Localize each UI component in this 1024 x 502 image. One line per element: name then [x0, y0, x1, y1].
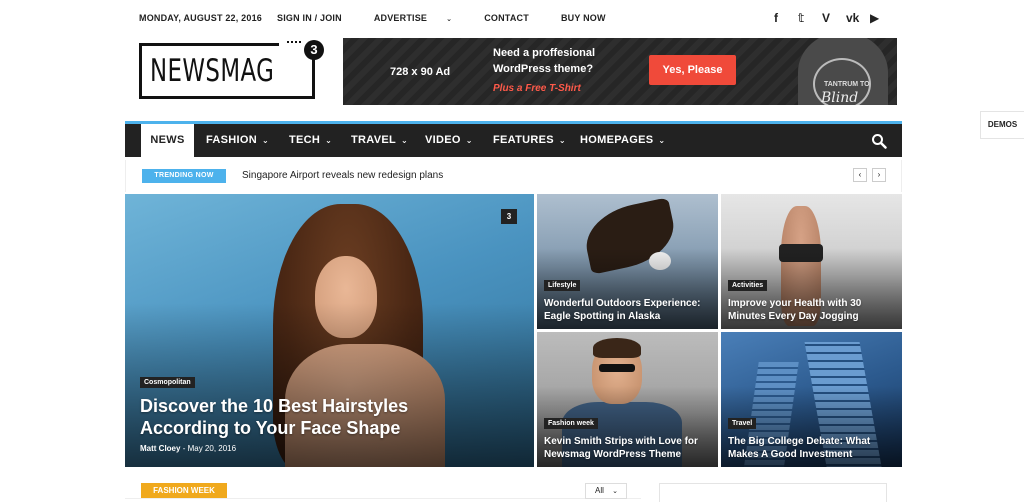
- category-label[interactable]: Travel: [728, 418, 757, 429]
- nav-item-homepages[interactable]: HOMEPAGES ⌄: [580, 124, 665, 157]
- nav-item-label: TRAVEL: [351, 134, 396, 146]
- nav-item-label: FASHION: [206, 134, 257, 146]
- trending-bar: TRENDING NOW Singapore Airport reveals n…: [125, 160, 902, 192]
- logo-dots: [287, 41, 301, 43]
- article-title[interactable]: Wonderful Outdoors Experience: Eagle Spo…: [544, 297, 714, 323]
- nav-item-label: NEWS: [150, 134, 185, 146]
- social-icons: f 𝕥 V vk ▶: [774, 11, 894, 25]
- search-icon[interactable]: [871, 133, 887, 149]
- article-author[interactable]: Matt Cloey: [140, 444, 180, 453]
- logo-badge: 3: [304, 40, 324, 60]
- vk-icon[interactable]: vk: [846, 11, 870, 25]
- nav-item-tech[interactable]: TECH ⌄: [289, 124, 332, 157]
- section-divider: [125, 498, 641, 499]
- section-tag-fashion-week[interactable]: FASHION WEEK: [141, 483, 227, 498]
- category-label[interactable]: Lifestyle: [544, 280, 581, 291]
- man-hair-image: [593, 338, 641, 358]
- nav-item-label: TECH: [289, 134, 321, 146]
- logo-text: NEWSMAG: [150, 53, 275, 89]
- chevron-down-icon: ⌄: [325, 136, 333, 145]
- chevron-down-icon: ⌄: [400, 136, 408, 145]
- top-menu-sign-in[interactable]: SIGN IN / JOIN: [277, 13, 358, 23]
- chevron-left-icon[interactable]: ‹: [853, 168, 867, 182]
- tshirt-text: TANTRUM TO: [824, 81, 870, 88]
- twitter-icon[interactable]: 𝕥: [798, 11, 822, 25]
- nav-item-travel[interactable]: TRAVEL ⌄: [351, 124, 408, 157]
- trending-headline[interactable]: Singapore Airport reveals new redesign p…: [242, 170, 443, 181]
- top-menu: SIGN IN / JOIN ADVERTISE ⌄ CONTACT BUY NO…: [277, 13, 638, 23]
- featured-article-jogging[interactable]: Activities Improve your Health with 30 M…: [721, 194, 902, 329]
- top-menu-label: ADVERTISE: [373, 13, 428, 23]
- tshirt-script: Blind: [821, 90, 859, 105]
- ad-yes-button[interactable]: Yes, Please: [649, 55, 736, 85]
- demos-button[interactable]: DEMOS: [980, 111, 1024, 139]
- top-menu-label: SIGN IN / JOIN: [277, 13, 342, 23]
- ad-offer: Plus a Free T-Shirt: [493, 83, 581, 94]
- nav-item-fashion[interactable]: FASHION ⌄: [206, 124, 269, 157]
- sidebar-widget: [659, 483, 887, 502]
- article-date: May 20, 2016: [187, 444, 237, 453]
- article-title[interactable]: Improve your Health with 30 Minutes Ever…: [728, 297, 898, 323]
- nav-item-label: HOMEPAGES: [580, 134, 654, 146]
- ad-headline-1: Need a proffesional: [493, 47, 596, 59]
- banner-ad[interactable]: 728 x 90 Ad Need a proffesional WordPres…: [343, 38, 897, 105]
- trending-tag: TRENDING NOW: [142, 169, 226, 183]
- top-menu-contact[interactable]: CONTACT: [484, 13, 545, 23]
- category-label[interactable]: Cosmopolitan: [140, 377, 195, 388]
- ad-headline-2: WordPress theme?: [493, 63, 594, 75]
- article-title[interactable]: Discover the 10 Best Hairstyles Accordin…: [140, 395, 440, 439]
- article-meta: Matt Cloey - May 20, 2016: [140, 444, 236, 453]
- sunglasses-image: [599, 364, 635, 372]
- article-title[interactable]: The Big College Debate: What Makes A Goo…: [728, 435, 898, 461]
- top-menu-buy-now[interactable]: BUY NOW: [561, 13, 622, 23]
- nav-item-video[interactable]: VIDEO ⌄: [425, 124, 473, 157]
- ad-size-label: 728 x 90 Ad: [390, 66, 451, 78]
- nav-item-features[interactable]: FEATURES ⌄: [493, 124, 566, 157]
- chevron-down-icon: ⌄: [465, 136, 473, 145]
- featured-main-article[interactable]: 3 Cosmopolitan Discover the 10 Best Hair…: [125, 194, 534, 467]
- chevron-down-icon: ⌄: [262, 136, 270, 145]
- youtube-icon[interactable]: ▶: [870, 11, 894, 25]
- top-menu-label: BUY NOW: [560, 13, 606, 23]
- article-title[interactable]: Kevin Smith Strips with Love for Newsmag…: [544, 435, 714, 461]
- comment-count-badge[interactable]: 3: [501, 209, 517, 224]
- top-menu-label: CONTACT: [484, 13, 529, 23]
- site-logo[interactable]: NEWSMAG 3: [139, 40, 324, 99]
- featured-article-kevin-smith[interactable]: Fashion week Kevin Smith Strips with Lov…: [537, 332, 718, 467]
- chevron-down-icon: ⌄: [658, 136, 666, 145]
- nav-item-label: FEATURES: [493, 134, 554, 146]
- nav-item-label: VIDEO: [425, 134, 461, 146]
- current-date: MONDAY, AUGUST 22, 2016: [139, 13, 262, 23]
- facebook-icon[interactable]: f: [774, 11, 798, 25]
- top-bar: MONDAY, AUGUST 22, 2016 SIGN IN / JOIN A…: [0, 0, 1024, 36]
- category-filter-select[interactable]: All ⌄: [585, 483, 627, 499]
- featured-article-college[interactable]: Travel The Big College Debate: What Make…: [721, 332, 902, 467]
- chevron-down-icon: ⌄: [446, 16, 453, 23]
- nav-item-news[interactable]: NEWS: [141, 124, 194, 157]
- filter-value: All: [595, 486, 604, 495]
- top-menu-advertise[interactable]: ADVERTISE ⌄: [374, 13, 468, 23]
- featured-article-eagle[interactable]: Lifestyle Wonderful Outdoors Experience:…: [537, 194, 718, 329]
- category-label[interactable]: Activities: [728, 280, 768, 291]
- chevron-right-icon[interactable]: ›: [872, 168, 886, 182]
- chevron-down-icon: ⌄: [612, 488, 618, 495]
- category-label[interactable]: Fashion week: [544, 418, 598, 429]
- chevron-down-icon: ⌄: [558, 136, 566, 145]
- vimeo-icon[interactable]: V: [822, 11, 846, 25]
- main-nav: NEWS FASHION ⌄ TECH ⌄ TRAVEL ⌄ VIDEO ⌄ FEATU…: [125, 121, 902, 157]
